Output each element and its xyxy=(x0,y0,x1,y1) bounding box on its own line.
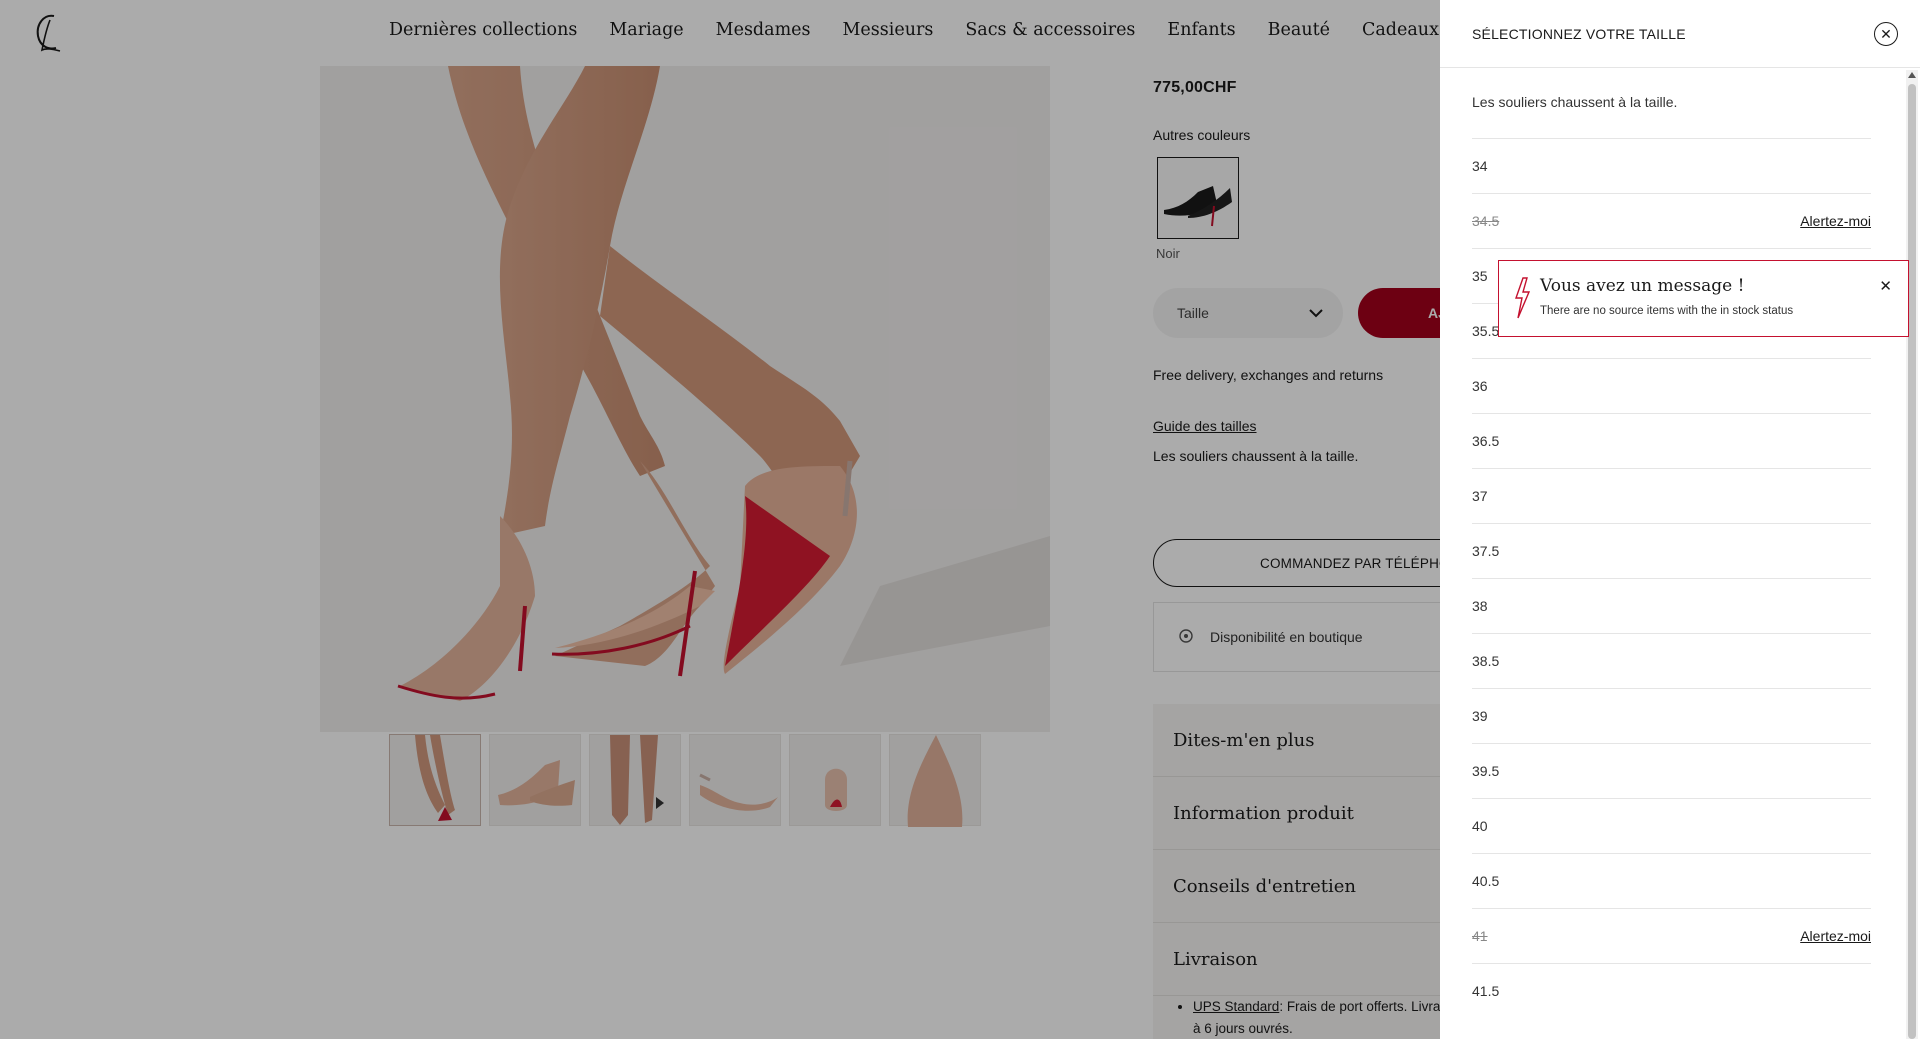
scrollbar-thumb[interactable] xyxy=(1908,84,1916,1039)
size-option[interactable]: 37 xyxy=(1472,468,1871,523)
size-label: 40.5 xyxy=(1472,873,1500,889)
size-option[interactable]: 34 xyxy=(1472,138,1871,193)
size-option[interactable]: 40 xyxy=(1472,798,1871,853)
drawer-title: SÉLECTIONNEZ VOTRE TAILLE xyxy=(1440,0,1920,68)
size-label: 39.5 xyxy=(1472,763,1500,779)
size-label: 35.5 xyxy=(1472,323,1500,339)
size-option[interactable]: 34.5 Alertez-moi xyxy=(1472,193,1871,248)
scroll-up-arrow-icon[interactable] xyxy=(1908,72,1916,78)
size-option[interactable]: 38 xyxy=(1472,578,1871,633)
close-icon[interactable]: ✕ xyxy=(1874,22,1898,46)
alert-me-link[interactable]: Alertez-moi xyxy=(1800,213,1871,229)
alert-me-link[interactable]: Alertez-moi xyxy=(1800,928,1871,944)
size-label: 40 xyxy=(1472,818,1488,834)
toast-close-icon[interactable]: ✕ xyxy=(1879,277,1892,295)
size-option[interactable]: 39.5 xyxy=(1472,743,1871,798)
drawer-fit-note: Les souliers chaussent à la taille. xyxy=(1472,94,1678,110)
size-option[interactable]: 41 Alertez-moi xyxy=(1472,908,1871,963)
size-label: 38.5 xyxy=(1472,653,1500,669)
size-option[interactable]: 41.5 xyxy=(1472,963,1871,1018)
size-label: 36.5 xyxy=(1472,433,1500,449)
message-toast: Vous avez un message ! There are no sour… xyxy=(1498,260,1909,337)
size-label: 37 xyxy=(1472,488,1488,504)
lightning-icon xyxy=(1515,277,1531,319)
size-label: 41 xyxy=(1472,928,1488,944)
size-label: 41.5 xyxy=(1472,983,1500,999)
size-selection-drawer: SÉLECTIONNEZ VOTRE TAILLE ✕ Les souliers… xyxy=(1440,0,1920,1039)
size-option[interactable]: 37.5 xyxy=(1472,523,1871,578)
size-label: 37.5 xyxy=(1472,543,1500,559)
size-option[interactable]: 40.5 xyxy=(1472,853,1871,908)
size-label: 34 xyxy=(1472,158,1488,174)
size-label: 39 xyxy=(1472,708,1488,724)
size-option[interactable]: 38.5 xyxy=(1472,633,1871,688)
drawer-scrollbar[interactable] xyxy=(1906,70,1918,1039)
size-option[interactable]: 36 xyxy=(1472,358,1871,413)
size-label: 36 xyxy=(1472,378,1488,394)
modal-overlay[interactable] xyxy=(0,0,1440,1039)
size-option[interactable]: 39 xyxy=(1472,688,1871,743)
size-label: 34.5 xyxy=(1472,213,1500,229)
size-label: 38 xyxy=(1472,598,1488,614)
toast-title: Vous avez un message ! xyxy=(1540,276,1745,296)
toast-message: There are no source items with the in st… xyxy=(1540,305,1794,317)
size-label: 35 xyxy=(1472,268,1488,284)
size-option[interactable]: 36.5 xyxy=(1472,413,1871,468)
